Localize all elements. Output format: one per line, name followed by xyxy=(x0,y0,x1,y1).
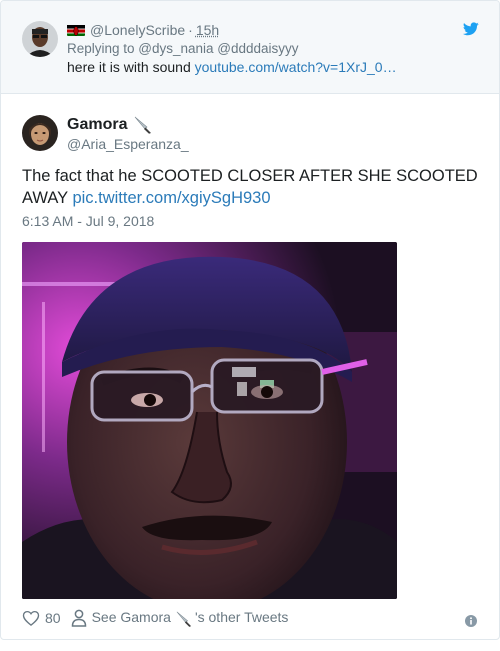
media-photo xyxy=(22,242,397,599)
meta-separator: · xyxy=(188,22,193,38)
tweet-actions: 80 See Gamora 's other Tweets xyxy=(22,607,288,629)
tweet-media-image[interactable] xyxy=(22,242,397,599)
embedded-tweet-card: @LonelyScribe · 15h Replying to @dys_nan… xyxy=(0,0,500,640)
author-handle[interactable]: @Aria_Esperanza_ xyxy=(67,136,189,152)
parent-body: here it is with sound youtube.com/watch?… xyxy=(67,59,397,75)
parent-meta: @LonelyScribe · 15h xyxy=(67,22,219,38)
parent-avatar[interactable] xyxy=(22,21,58,57)
parent-time[interactable]: 15h xyxy=(196,22,219,38)
twitter-bird-icon[interactable] xyxy=(463,22,479,36)
parent-tweet[interactable]: @LonelyScribe · 15h Replying to @dys_nan… xyxy=(1,1,499,94)
author-name-text: Gamora xyxy=(67,116,128,133)
replying-to: Replying to @dys_nania @ddddaisyyy xyxy=(67,41,299,56)
tweet-text: The fact that he SCOOTED CLOSER AFTER SH… xyxy=(22,165,482,209)
profile-icon[interactable] xyxy=(71,609,87,627)
tweet-media-link[interactable]: pic.twitter.com/xgiySgH930 xyxy=(72,189,270,207)
knife-emoji-icon xyxy=(176,611,192,627)
author-name[interactable]: Gamora xyxy=(67,116,153,134)
tweet-timestamp[interactable]: 6:13 AM - Jul 9, 2018 xyxy=(22,213,154,229)
see-other-tweets-link[interactable]: See Gamora 's other Tweets xyxy=(91,609,289,627)
parent-handle[interactable]: @LonelyScribe xyxy=(90,22,185,38)
see-prefix: See Gamora xyxy=(91,609,171,626)
kenya-flag-icon xyxy=(67,24,85,36)
see-suffix: 's other Tweets xyxy=(194,609,289,626)
knife-emoji-icon xyxy=(135,116,152,134)
like-count[interactable]: 80 xyxy=(45,610,61,626)
author-avatar[interactable] xyxy=(22,115,58,151)
heart-icon[interactable] xyxy=(22,609,40,627)
parent-text: here it is with sound xyxy=(67,59,195,75)
info-icon[interactable] xyxy=(465,615,477,627)
parent-link[interactable]: youtube.com/watch?v=1XrJ_0… xyxy=(195,59,397,75)
